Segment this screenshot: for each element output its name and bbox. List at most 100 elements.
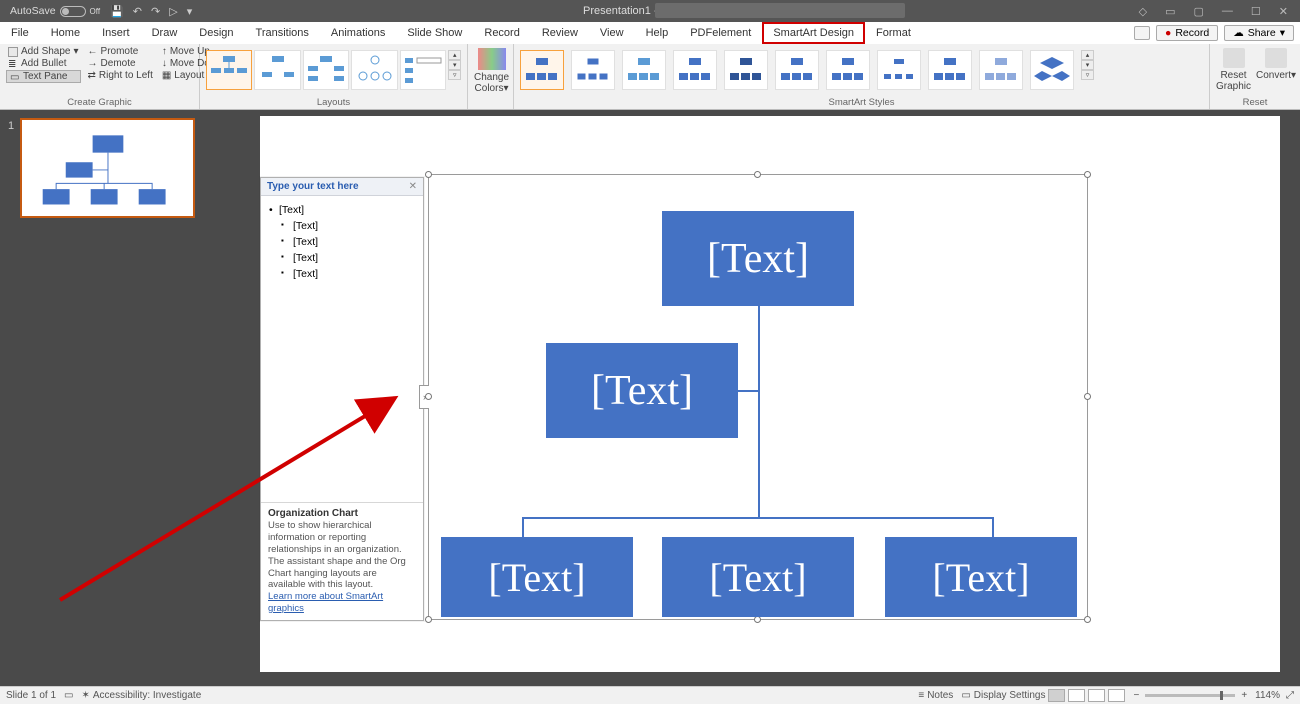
- fit-to-window-icon[interactable]: ⤢: [1286, 690, 1294, 701]
- zoom-in-icon[interactable]: +: [1241, 690, 1247, 701]
- tab-slide-show[interactable]: Slide Show: [396, 22, 473, 44]
- layout-option-4[interactable]: [351, 50, 397, 90]
- accessibility-status[interactable]: ✶ Accessibility: Investigate: [82, 690, 202, 701]
- tab-animations[interactable]: Animations: [320, 22, 396, 44]
- cmd-change-colors[interactable]: Change Colors▾: [474, 46, 509, 94]
- autosave-toggle[interactable]: AutoSave Off: [10, 5, 100, 17]
- tab-home[interactable]: Home: [40, 22, 91, 44]
- connector: [738, 390, 760, 392]
- window-snap-icon[interactable]: ▢: [1194, 5, 1204, 18]
- text-pane-close-icon[interactable]: ✕: [409, 181, 417, 192]
- tab-review[interactable]: Review: [531, 22, 589, 44]
- tab-format[interactable]: Format: [865, 22, 922, 44]
- cmd-demote[interactable]: →Demote: [86, 58, 155, 69]
- zoom-out-icon[interactable]: −: [1133, 690, 1139, 701]
- style-option-2[interactable]: [571, 50, 615, 90]
- layouts-scroll[interactable]: ▴▾▿: [448, 50, 461, 80]
- style-option-8[interactable]: [877, 50, 921, 90]
- tab-transitions[interactable]: Transitions: [245, 22, 320, 44]
- tab-view[interactable]: View: [589, 22, 635, 44]
- notes-button[interactable]: ≡ Notes: [918, 690, 953, 701]
- layout-option-2[interactable]: [254, 50, 300, 90]
- layout-option-5[interactable]: [400, 50, 446, 90]
- view-slideshow-icon[interactable]: [1108, 689, 1125, 702]
- text-pane-item[interactable]: [Text]: [279, 202, 417, 218]
- document-title: Presentation1 - PowerPoint: [0, 5, 1300, 17]
- layout-option-1[interactable]: [206, 50, 252, 90]
- view-reading-icon[interactable]: [1088, 689, 1105, 702]
- save-icon[interactable]: 💾: [110, 5, 124, 18]
- styles-scroll[interactable]: ▴▾▿: [1081, 50, 1094, 80]
- style-option-6[interactable]: [775, 50, 819, 90]
- tab-help[interactable]: Help: [635, 22, 680, 44]
- style-option-3[interactable]: [622, 50, 666, 90]
- text-pane-item[interactable]: [Text]: [279, 218, 417, 234]
- text-pane-item[interactable]: [Text]: [279, 266, 417, 282]
- language-indicator[interactable]: ▭: [64, 690, 73, 701]
- chart-node-child[interactable]: [Text]: [441, 537, 633, 617]
- tab-file[interactable]: File: [0, 22, 40, 44]
- style-option-10[interactable]: [979, 50, 1023, 90]
- maximize-icon[interactable]: ☐: [1251, 5, 1261, 18]
- undo-icon[interactable]: ↶: [133, 5, 142, 18]
- minimize-icon[interactable]: —: [1222, 5, 1233, 18]
- chart-node-root[interactable]: [Text]: [662, 211, 854, 306]
- style-option-1[interactable]: [520, 50, 564, 90]
- autosave-switch-icon[interactable]: [60, 6, 86, 17]
- text-pane-item[interactable]: [Text]: [279, 234, 417, 250]
- cmd-add-bullet[interactable]: ≣Add Bullet: [6, 58, 81, 69]
- slide-thumbnail-1[interactable]: 1: [20, 118, 195, 218]
- cmd-reset-graphic[interactable]: Reset Graphic: [1216, 46, 1251, 92]
- text-pane-item[interactable]: [Text]: [279, 250, 417, 266]
- chart-node-assistant[interactable]: [Text]: [546, 343, 738, 438]
- group-label-reset: Reset: [1216, 97, 1294, 109]
- smartart-frame[interactable]: › [Text] [Text]: [428, 174, 1088, 620]
- cmd-promote[interactable]: ←Promote: [86, 46, 155, 57]
- tab-pdfelement[interactable]: PDFelement: [679, 22, 762, 44]
- display-settings-button[interactable]: ▭ Display Settings: [961, 690, 1045, 701]
- redo-icon[interactable]: ↷: [151, 5, 160, 18]
- comments-icon[interactable]: [1134, 26, 1150, 40]
- connector: [758, 306, 760, 517]
- close-icon[interactable]: ✕: [1279, 5, 1288, 18]
- qat-more-icon[interactable]: ▾: [187, 5, 193, 18]
- text-pane-list[interactable]: [Text] [Text] [Text] [Text] [Text]: [261, 196, 423, 288]
- connector: [522, 517, 524, 537]
- search-box[interactable]: [655, 3, 905, 18]
- style-option-7[interactable]: [826, 50, 870, 90]
- start-slideshow-icon[interactable]: ▷: [169, 5, 177, 18]
- chart-node-child[interactable]: [Text]: [885, 537, 1077, 617]
- learn-more-link[interactable]: Learn more about SmartArt graphics: [268, 591, 383, 614]
- tab-smartart-design[interactable]: SmartArt Design: [762, 22, 865, 44]
- ribbon-display-icon[interactable]: ▭: [1165, 5, 1175, 18]
- chart-node-child[interactable]: [Text]: [662, 537, 854, 617]
- style-option-5[interactable]: [724, 50, 768, 90]
- view-sorter-icon[interactable]: [1068, 689, 1085, 702]
- layout-option-3[interactable]: [303, 50, 349, 90]
- ribbon: Add Shape▾ ≣Add Bullet ▭Text Pane ←Promo…: [0, 44, 1300, 110]
- tab-draw[interactable]: Draw: [141, 22, 189, 44]
- zoom-level[interactable]: 114%: [1255, 690, 1280, 701]
- tab-design[interactable]: Design: [188, 22, 244, 44]
- group-label-create-graphic: Create Graphic: [6, 97, 193, 109]
- cmd-convert[interactable]: Convert▾: [1256, 46, 1296, 81]
- style-option-4[interactable]: [673, 50, 717, 90]
- style-option-11[interactable]: [1030, 50, 1074, 90]
- smartart-text-pane[interactable]: Type your text here ✕ [Text] [Text] [Tex…: [260, 177, 424, 621]
- group-change-colors: Change Colors▾: [468, 44, 514, 109]
- slide-canvas[interactable]: Type your text here ✕ [Text] [Text] [Tex…: [260, 116, 1280, 672]
- record-button[interactable]: ●Record: [1156, 25, 1218, 41]
- cmd-text-pane[interactable]: ▭Text Pane: [6, 70, 81, 83]
- tab-record[interactable]: Record: [473, 22, 530, 44]
- slide-thumbnails-pane[interactable]: 1: [0, 110, 210, 686]
- account-icon[interactable]: ◇: [1139, 5, 1147, 18]
- tab-insert[interactable]: Insert: [91, 22, 141, 44]
- group-layouts: ▴▾▿ Layouts: [200, 44, 468, 109]
- view-normal-icon[interactable]: [1048, 689, 1065, 702]
- cmd-right-to-left[interactable]: ⇄Right to Left: [86, 70, 155, 81]
- slide-editor[interactable]: Type your text here ✕ [Text] [Text] [Tex…: [210, 110, 1300, 686]
- cmd-add-shape[interactable]: Add Shape▾: [6, 46, 81, 57]
- style-option-9[interactable]: [928, 50, 972, 90]
- zoom-slider[interactable]: [1145, 694, 1235, 697]
- share-button[interactable]: ☁Share▾: [1224, 25, 1294, 41]
